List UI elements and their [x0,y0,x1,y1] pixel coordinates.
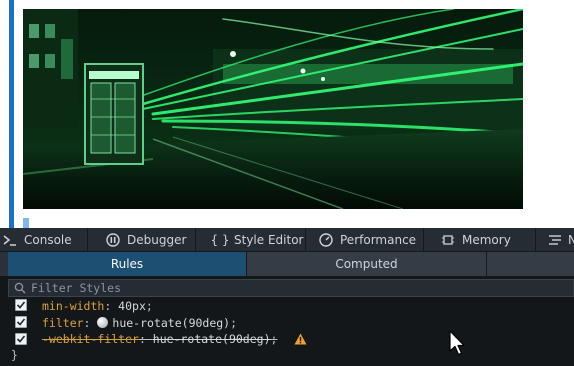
declaration-row: min-width: 40px; [0,297,574,314]
devtools-toolbar: Console Debugger { } Style Editor Perfor… [0,228,574,252]
gauge-icon [318,232,334,248]
debugger-icon [105,232,121,248]
tab-memory-label: Memory [462,233,511,247]
property-name[interactable]: min-width [42,299,104,313]
declaration-row: -webkit-filter: hue-rotate(90deg); [0,331,574,348]
page-accent-bar [9,0,14,228]
filter-swatch-icon[interactable] [97,316,109,328]
tab-style-editor-label: Style Editor [234,233,304,247]
tab-debugger-label: Debugger [127,233,187,247]
sidebar-tabs: Rules Computed [0,252,574,276]
console-icon [2,232,18,248]
tab-network-label: N [568,233,574,247]
declaration-overridden[interactable]: -webkit-filter: hue-rotate(90deg); [42,332,307,348]
tab-console-label: Console [24,233,72,247]
rules-panel: Filter Styles min-width: 40px; filter: h… [0,276,574,366]
tab-debugger[interactable]: Debugger [88,228,196,252]
tab-rules[interactable]: Rules [8,252,246,276]
page-viewport [0,0,574,228]
tab-overflow[interactable] [486,252,574,276]
mouse-pointer-icon [449,330,465,360]
search-icon [13,281,27,295]
network-icon [548,232,562,248]
rule-closing-brace: } [11,348,18,362]
memory-chip-icon [440,232,456,248]
declaration-checkbox[interactable] [15,299,27,311]
declaration-checkbox[interactable] [15,333,27,345]
tab-style-editor[interactable]: { } Style Editor [196,228,306,252]
hue-rotated-street-photo [23,9,523,209]
declaration[interactable]: min-width: 40px; [42,299,153,313]
property-value[interactable]: hue-rotate(90deg) [153,332,271,346]
filter-placeholder: Filter Styles [31,281,122,295]
tab-console[interactable]: Console [0,228,88,252]
filter-styles-input[interactable]: Filter Styles [8,279,574,297]
tab-computed[interactable]: Computed [246,252,486,276]
sidebar-tab-gutter [0,252,8,276]
tab-memory[interactable]: Memory [424,228,536,252]
property-value[interactable]: 40px [118,299,146,313]
page-accent-marker [23,218,29,228]
property-name[interactable]: -webkit-filter [42,332,139,346]
warning-icon[interactable] [294,333,307,348]
declaration-row: filter: hue-rotate(90deg); [0,314,574,331]
property-value[interactable]: hue-rotate(90deg) [112,316,230,330]
tab-performance-label: Performance [340,233,417,247]
braces-icon: { } [210,233,230,247]
declaration-checkbox[interactable] [15,316,27,328]
declaration[interactable]: filter: hue-rotate(90deg); [42,316,237,330]
tab-network[interactable]: N [536,228,574,252]
tab-performance[interactable]: Performance [306,228,424,252]
property-name[interactable]: filter [42,316,84,330]
